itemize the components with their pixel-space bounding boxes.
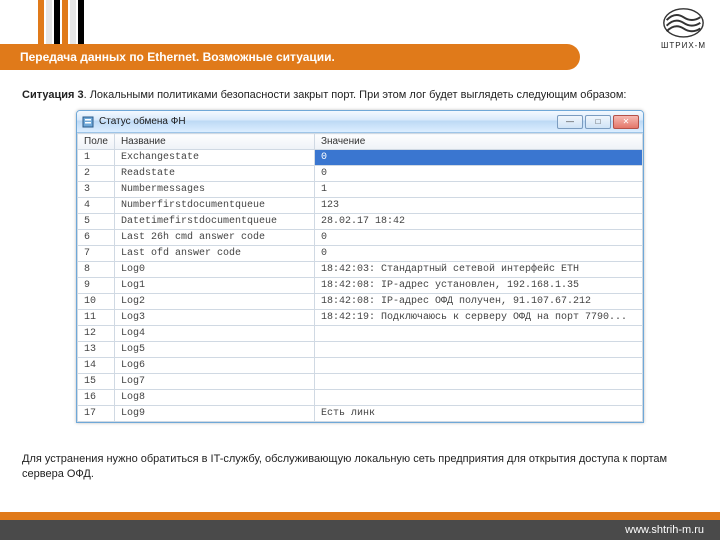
close-button[interactable]: ✕ [613,115,639,129]
table-row[interactable]: 12Log4 [78,326,643,342]
cell-name: Log4 [114,326,314,342]
cell-name: Last 26h cmd answer code [114,230,314,246]
cell-value: 18:42:03: Стандартный сетевой интерфейс … [314,262,642,278]
cell-name: Log0 [114,262,314,278]
cell-index: 13 [78,342,115,358]
table-row[interactable]: 2Readstate0 [78,166,643,182]
situation-desc: . Локальными политиками безопасности зак… [84,89,627,101]
table-row[interactable]: 6Last 26h cmd answer code0 [78,230,643,246]
cell-index: 10 [78,294,115,310]
window-titlebar[interactable]: Статус обмена ФН — □ ✕ [77,111,643,133]
footer-accent [0,512,720,520]
cell-index: 1 [78,150,115,166]
table-row[interactable]: 8Log018:42:03: Стандартный сетевой интер… [78,262,643,278]
cell-index: 3 [78,182,115,198]
cell-value: 0 [314,166,642,182]
brand-name: ШТРИХ-М [661,41,706,50]
app-icon [81,115,95,129]
cell-index: 5 [78,214,115,230]
cell-name: Datetimefirstdocumentqueue [114,214,314,230]
table-row[interactable]: 7Last ofd answer code0 [78,246,643,262]
cell-name: Exchangestate [114,150,314,166]
footnote-text: Для устранения нужно обратиться в IT-слу… [22,452,698,482]
minimize-button[interactable]: — [557,115,583,129]
cell-name: Log8 [114,390,314,406]
cell-index: 15 [78,374,115,390]
cell-index: 6 [78,230,115,246]
cell-name: Log3 [114,310,314,326]
cell-index: 11 [78,310,115,326]
cell-name: Log5 [114,342,314,358]
table-row[interactable]: 16Log8 [78,390,643,406]
cell-value: 28.02.17 18:42 [314,214,642,230]
status-table: Поле Название Значение 1Exchangestate02R… [77,133,643,422]
table-row[interactable]: 5Datetimefirstdocumentqueue28.02.17 18:4… [78,214,643,230]
table-row[interactable]: 1Exchangestate0 [78,150,643,166]
col-header-value[interactable]: Значение [314,134,642,150]
footer-bar: www.shtrih-m.ru [0,520,720,540]
cell-index: 12 [78,326,115,342]
table-row[interactable]: 4Numberfirstdocumentqueue123 [78,198,643,214]
decorative-stripes [38,0,84,44]
table-row[interactable]: 10Log218:42:08: IP-адрес ОФД получен, 91… [78,294,643,310]
cell-value: 18:42:08: IP-адрес установлен, 192.168.1… [314,278,642,294]
cell-index: 8 [78,262,115,278]
section-title: Передача данных по Ethernet. Возможные с… [20,50,335,64]
cell-name: Numbermessages [114,182,314,198]
cell-name: Readstate [114,166,314,182]
col-header-field[interactable]: Поле [78,134,115,150]
cell-value: 0 [314,230,642,246]
situation-text: Ситуация 3. Локальными политиками безопа… [22,88,698,103]
section-title-bar: Передача данных по Ethernet. Возможные с… [0,44,580,70]
cell-name: Log2 [114,294,314,310]
table-row[interactable]: 17Log9Есть линк [78,406,643,422]
footer-url: www.shtrih-m.ru [625,524,704,536]
cell-index: 7 [78,246,115,262]
cell-value: 0 [314,246,642,262]
cell-value: 0 [314,150,642,166]
cell-name: Last ofd answer code [114,246,314,262]
cell-index: 16 [78,390,115,406]
cell-value [314,326,642,342]
cell-name: Log7 [114,374,314,390]
cell-name: Log6 [114,358,314,374]
cell-index: 9 [78,278,115,294]
cell-index: 14 [78,358,115,374]
cell-name: Numberfirstdocumentqueue [114,198,314,214]
table-row[interactable]: 9Log118:42:08: IP-адрес установлен, 192.… [78,278,643,294]
brand-logo: ШТРИХ-М [661,6,706,50]
table-row[interactable]: 11Log318:42:19: Подключаюсь к серверу ОФ… [78,310,643,326]
cell-name: Log1 [114,278,314,294]
cell-value [314,342,642,358]
cell-value: 123 [314,198,642,214]
situation-label: Ситуация 3 [22,89,84,101]
cell-value [314,358,642,374]
cell-index: 2 [78,166,115,182]
cell-value: 1 [314,182,642,198]
cell-value: 18:42:08: IP-адрес ОФД получен, 91.107.6… [314,294,642,310]
table-row[interactable]: 13Log5 [78,342,643,358]
window-title: Статус обмена ФН [99,116,557,127]
table-row[interactable]: 3Numbermessages1 [78,182,643,198]
cell-index: 17 [78,406,115,422]
status-window: Статус обмена ФН — □ ✕ Поле Название Зна… [76,110,644,423]
maximize-button[interactable]: □ [585,115,611,129]
zebra-icon [661,6,706,40]
table-row[interactable]: 15Log7 [78,374,643,390]
cell-value: Есть линк [314,406,642,422]
table-row[interactable]: 14Log6 [78,358,643,374]
col-header-name[interactable]: Название [114,134,314,150]
cell-value [314,390,642,406]
cell-value: 18:42:19: Подключаюсь к серверу ОФД на п… [314,310,642,326]
cell-name: Log9 [114,406,314,422]
cell-value [314,374,642,390]
table-header-row: Поле Название Значение [78,134,643,150]
cell-index: 4 [78,198,115,214]
